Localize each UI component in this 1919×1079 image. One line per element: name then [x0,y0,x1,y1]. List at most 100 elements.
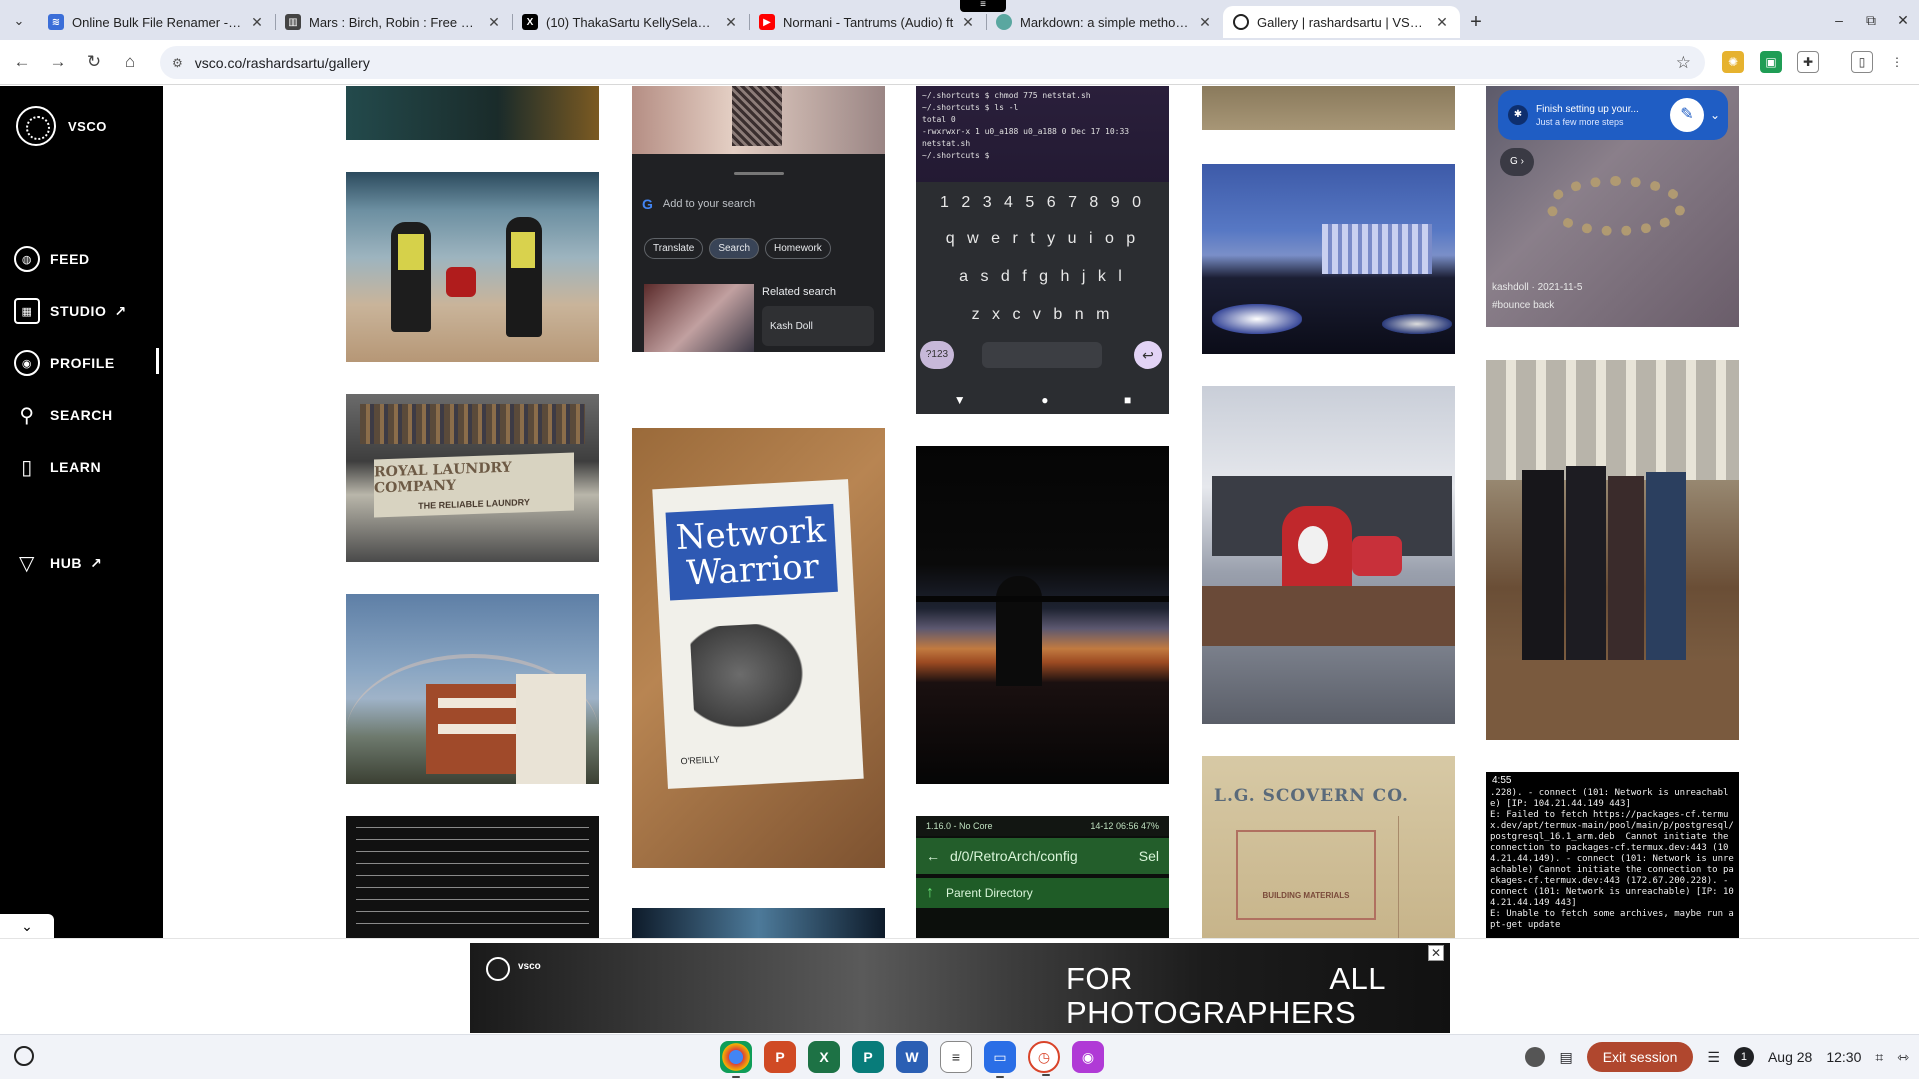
powerpoint-app-icon[interactable]: P [764,1041,796,1073]
chip-homework[interactable]: Homework [765,238,831,259]
nav-back-icon: ▼ [953,393,966,407]
gallery-photo-rainbow-building[interactable] [346,594,599,784]
sidebar-item-search[interactable]: ⚲ SEARCH [14,402,113,428]
notification-badge[interactable]: 1 [1733,1047,1754,1067]
extensions-puzzle-icon[interactable]: ✚ [1797,51,1819,73]
sidebar-item-profile[interactable]: ◉ PROFILE [14,350,115,376]
tab-title: Mars : Birch, Robin : Free Down [309,14,480,30]
gallery-photo-blue-light[interactable] [632,908,885,938]
minimize-icon[interactable]: – [1823,12,1855,28]
reload-icon[interactable]: ↻ [80,48,108,76]
excel-app-icon[interactable]: X [808,1041,840,1073]
chip-search[interactable]: Search [709,238,760,259]
extension-green-icon[interactable]: ▣ [1760,51,1782,73]
gallery-photo-scovern-sign[interactable]: L.G. SCOVERN CO. BUILDING MATERIALS [1202,756,1455,938]
tab-bulk-file-renamer[interactable]: ≋ Online Bulk File Renamer - Web ✕ [38,6,275,38]
tab-search-icon[interactable]: ⌄ [8,10,30,32]
clipboard-icon[interactable]: ▤ [1559,1049,1572,1066]
timer-app-icon[interactable]: ◷ [1028,1041,1060,1076]
gallery-photo-pavement[interactable] [1202,86,1455,130]
google-g-icon: G [642,196,653,212]
tab-mars-birch-robin[interactable]: ▥ Mars : Birch, Robin : Free Down ✕ [275,6,512,38]
gallery-photo-assistant-necklace[interactable]: ✱ Finish setting up your... Just a few m… [1486,86,1739,327]
terminal-line: ~/.shortcuts $ ls -l [922,103,1019,112]
sidebar-item-label: STUDIO [50,303,107,319]
clock-display[interactable]: 12:30 [1826,1049,1861,1065]
tab-markdown[interactable]: Markdown: a simple method fo ✕ [986,6,1223,38]
menu-kebab-icon[interactable]: ⋮ [1886,51,1908,73]
chevron-down-icon: ⌄ [1709,108,1720,122]
nav-home-icon: ● [1041,393,1049,407]
purple-app-icon[interactable]: ◉ [1072,1041,1104,1073]
book-icon: ▯ [21,456,33,479]
keyboard-spacebar [982,342,1102,368]
tab-normani-youtube[interactable]: ▶ Normani - Tantrums (Audio) ft ✕ [749,6,986,38]
home-icon[interactable]: ⌂ [116,48,144,76]
related-item[interactable]: Kash Doll [762,306,874,346]
retroarch-battery: 47% [1140,821,1159,831]
retroarch-status-time: 14-12 06:56 [1090,821,1139,831]
vsco-ad-banner[interactable]: vsco FOR ALL PHOTOGRAPHERS ✕ [470,943,1450,1033]
gallery-photo-termux-error[interactable]: 4:55 .228). - connect (101: Network is u… [1486,772,1739,938]
assistant-setup-card[interactable]: ✱ Finish setting up your... Just a few m… [1498,90,1728,140]
gallery-photo-law-books[interactable] [1486,360,1739,740]
dog-illustration [689,621,816,738]
gallery-photo-subway-officers[interactable] [346,172,599,362]
lens-search-field[interactable]: G Add to your search [642,189,875,219]
close-ad-icon[interactable]: ✕ [1428,945,1444,961]
gallery-photo-termux-keyboard[interactable]: ~/.shortcuts $ chmod 775 netstat.sh ~/.s… [916,86,1169,414]
sidebar-item-studio[interactable]: ▦ STUDIO ↗ [14,298,127,324]
close-tab-icon[interactable]: ✕ [486,14,502,31]
close-tab-icon[interactable]: ✕ [249,14,265,31]
gallery-photo-network-warrior-book[interactable]: Network Warrior O'REILLY [632,428,885,868]
url-bar[interactable]: ⚙ vsco.co/rashardsartu/gallery ☆ [160,46,1705,79]
restore-icon[interactable]: ⧉ [1855,12,1887,29]
new-tab-button[interactable]: + [1460,6,1492,38]
globe-icon: ◍ [14,246,40,272]
vsco-brand[interactable]: VSCO [16,106,107,146]
gallery-photo-laundry-sign[interactable]: ROYAL LAUNDRY COMPANY THE RELIABLE LAUND… [346,394,599,562]
forward-icon[interactable]: → [44,48,72,76]
related-item-label: Kash Doll [770,320,813,332]
gallery-photo-city-dusk[interactable] [1202,164,1455,354]
word-app-icon[interactable]: W [896,1041,928,1073]
avatar[interactable] [1525,1047,1546,1067]
extension-pinwheel-icon[interactable]: ✺ [1722,51,1744,73]
gallery-photo-red-jacket[interactable] [1202,386,1455,724]
tab-x-thakasartu[interactable]: X (10) ThakaSartu KellySelassie ✕ [512,6,749,38]
tab-vsco-gallery[interactable]: Gallery | rashardsartu | VSCO ✕ [1223,6,1460,38]
back-icon[interactable]: ← [8,48,36,76]
publisher-app-icon[interactable]: P [852,1041,884,1073]
book-publisher: O'REILLY [680,754,720,767]
gallery-photo-retroarch-config[interactable]: 1.16.0 - No Core 14-12 06:56 47% ← d/0/R… [916,816,1169,938]
close-window-icon[interactable]: ✕ [1887,12,1919,29]
close-tab-icon[interactable]: ✕ [723,14,739,31]
chip-translate[interactable]: Translate [644,238,704,259]
sidebar-item-hub[interactable]: ▽ HUB ↗ [14,550,102,576]
chevron-down-icon[interactable]: ⌄ [0,914,54,938]
bookmark-star-icon[interactable]: ☆ [1676,53,1691,73]
date-display[interactable]: Aug 28 [1768,1049,1812,1065]
site-info-icon[interactable]: ⚙ [172,56,183,70]
back-arrow-icon: ← [926,848,940,864]
gallery-photo-google-lens[interactable]: G Add to your search Translate Search Ho… [632,86,885,352]
chrome-app-icon[interactable] [720,1041,752,1078]
close-tab-icon[interactable]: ✕ [960,14,976,31]
side-panel-icon[interactable]: ▯ [1851,51,1873,73]
launcher-icon[interactable] [14,1046,34,1066]
exit-session-button[interactable]: Exit session [1586,1042,1694,1072]
sidebar-item-learn[interactable]: ▯ LEARN [14,454,101,480]
sidebar-item-feed[interactable]: ◍ FEED [14,246,90,272]
remote-icon[interactable]: ⇿ [1897,1049,1909,1066]
gallery-photo-document-text[interactable] [346,816,599,938]
close-tab-icon[interactable]: ✕ [1197,14,1213,31]
gallery-photo-sunset-window[interactable] [916,446,1169,784]
files-app-icon[interactable]: ▭ [984,1041,1016,1078]
ime-icon[interactable]: ⌗ [1875,1049,1883,1066]
gallery-photo-1[interactable] [346,86,599,140]
close-tab-icon[interactable]: ✕ [1434,14,1450,31]
media-queue-icon[interactable]: ☰ [1707,1049,1720,1066]
caption-handle: kashdoll [1492,282,1529,293]
external-arrow-icon: ↗ [114,302,127,319]
docs-app-icon[interactable]: ≡ [940,1041,972,1073]
